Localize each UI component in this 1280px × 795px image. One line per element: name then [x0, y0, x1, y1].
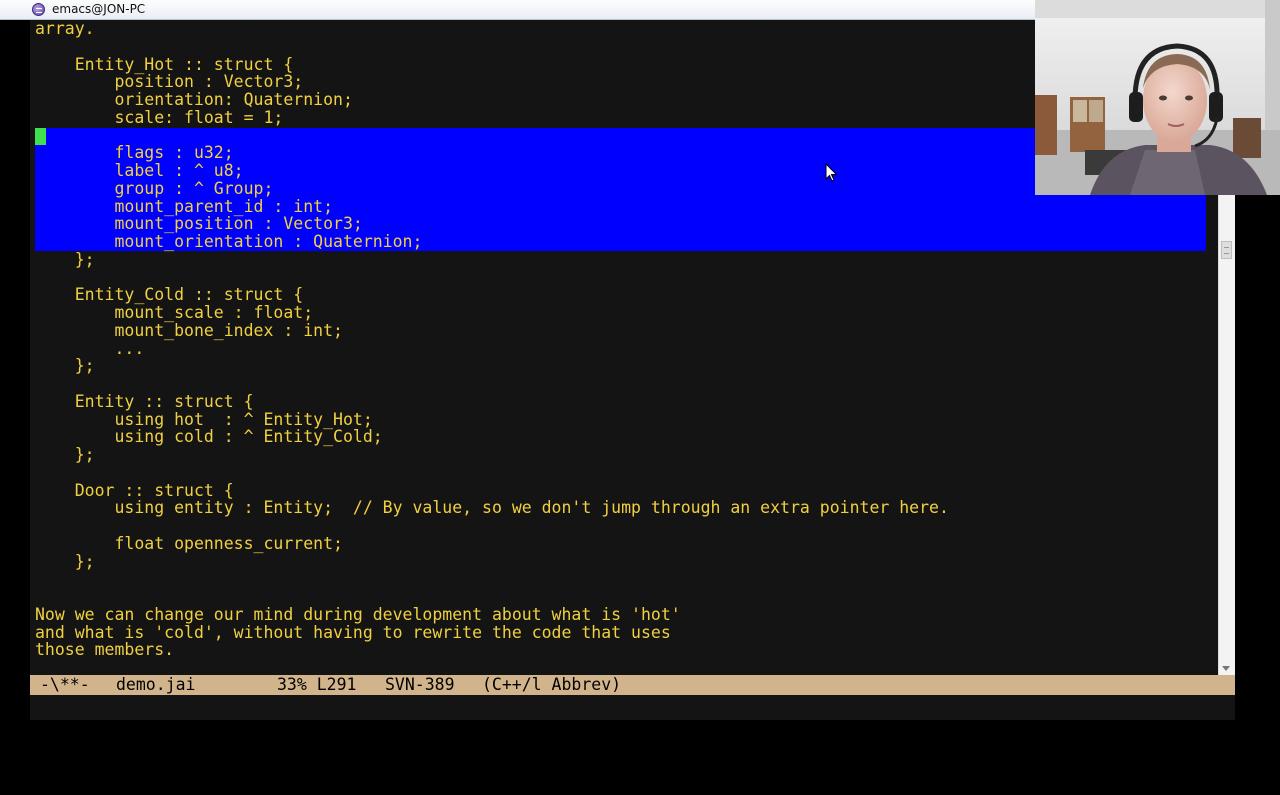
vertical-scrollbar[interactable] [1218, 195, 1235, 675]
mouse-pointer-icon [825, 163, 838, 182]
minibuffer[interactable] [30, 695, 1235, 720]
code-line: mount_parent_id : int; [35, 196, 334, 216]
modeline-modes: (C++/l Abbrev) [482, 675, 622, 694]
code-line: scale: float = 1; [35, 107, 284, 127]
modeline-vcs: SVN-389 [385, 675, 455, 694]
code-line: array. [35, 20, 95, 38]
code-line: position : Vector3; [35, 72, 304, 92]
code-line: }; [35, 551, 95, 571]
code-line: }; [35, 249, 95, 269]
code-line: }; [35, 445, 95, 464]
modeline-position: 33% L291 [277, 675, 357, 694]
webcam-overlay [1035, 0, 1280, 195]
code-line: mount_bone_index : int; [35, 320, 343, 340]
window-title: emacs@JON-PC [52, 2, 146, 16]
scrollbar-thumb[interactable] [1221, 241, 1232, 259]
code-line: group : ^ Group; [35, 178, 274, 198]
code-line: mount_scale : float; [35, 303, 314, 322]
code-line: and what is 'cold', without having to re… [35, 622, 671, 642]
code-line: mount_position : Vector3; [35, 214, 363, 234]
code-line: ... [35, 338, 145, 358]
code-line: Entity_Cold :: struct { [35, 285, 304, 305]
code-line: Now we can change our mind during develo… [35, 604, 681, 624]
modeline-status: -\**- [40, 675, 90, 694]
mode-line: -\**- demo.jai 33% L291 SVN-389 (C++/l A… [30, 675, 1235, 695]
code-line: flags : u32; [35, 143, 234, 163]
code-line: Door :: struct { [35, 480, 234, 500]
code-line: orientation: Quaternion; [35, 90, 353, 109]
code-line: Entity_Hot :: struct { [35, 54, 294, 74]
modeline-buffer-name: demo.jai [116, 675, 196, 694]
code-line: Entity :: struct { [35, 391, 254, 411]
code-line: float openness_current; [35, 533, 343, 553]
code-line: using entity : Entity; // By value, so w… [35, 498, 949, 518]
code-line: using hot : ^ Entity_Hot; [35, 409, 373, 429]
code-line: using cold : ^ Entity_Cold; [35, 427, 383, 447]
scroll-down-arrow-icon[interactable] [1222, 666, 1230, 671]
emacs-icon [32, 3, 45, 16]
code-line: those members. [35, 640, 175, 660]
code-line: mount_orientation : Quaternion; [35, 232, 423, 251]
window-titlebar[interactable]: emacs@JON-PC [0, 0, 1035, 20]
code-line: }; [35, 356, 95, 376]
code-line: label : ^ u8; [35, 161, 244, 180]
webcam-feed-image [1035, 0, 1280, 195]
